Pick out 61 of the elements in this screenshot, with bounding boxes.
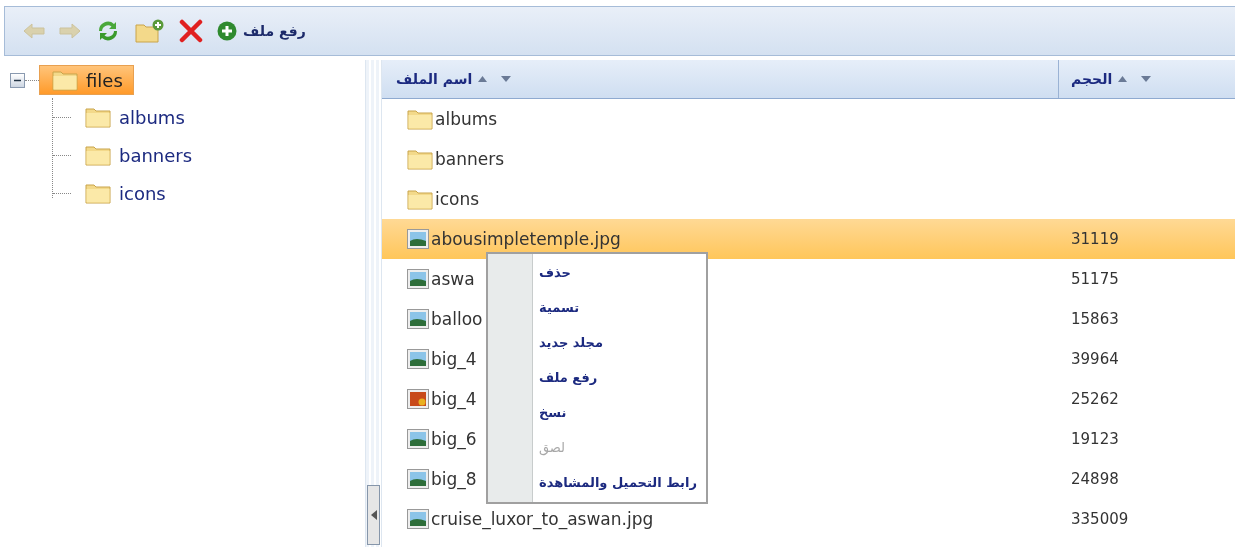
file-name: big_6 [431,429,477,449]
folder-icon [407,188,433,210]
folder-icon [407,108,433,130]
plus-circle-icon [217,21,237,41]
image-file-icon [407,509,429,529]
folder-icon [52,69,78,91]
file-name: big_4 [431,389,477,409]
upload-button[interactable]: رفع ملف [217,21,306,41]
file-size: 19123 [1071,430,1119,448]
menu-item[interactable]: رفع ملف [539,360,706,395]
file-size: 31119 [1071,230,1119,248]
delete-button[interactable] [179,19,203,43]
image-file-icon [407,229,429,249]
folder-icon [85,144,111,166]
sort-ascending-icon [478,76,488,82]
image-file-icon [407,349,429,369]
menu-item[interactable]: نسخ [539,395,706,430]
folder-icon [85,106,111,128]
column-header[interactable]: الحجم [1059,60,1235,98]
tree-item[interactable]: files [39,65,134,95]
menu-item[interactable]: رابط التحميل والمشاهدة [539,465,706,500]
file-name: icons [435,189,480,209]
tree-item[interactable]: banners [71,140,203,170]
tree-item[interactable]: icons [71,178,176,208]
file-name: albums [435,109,498,129]
file-name: banners [435,149,505,169]
file-name: big_4 [431,349,477,369]
image-file-icon [407,469,429,489]
file-size: 39964 [1071,350,1119,368]
folder-icon [85,182,111,204]
menu-item[interactable]: مجلد جديد [539,325,706,360]
dropdown-caret-icon [1141,76,1152,82]
folder-plus-icon [135,19,165,43]
dropdown-caret-icon [501,76,512,82]
menu-item[interactable]: تسمية [539,290,706,325]
image-file-icon [407,429,429,449]
splitter[interactable] [365,60,382,547]
cross-icon [179,19,203,43]
forward-arrow-icon [59,23,81,39]
file-size: 25262 [1071,390,1119,408]
image-file-icon [407,389,429,409]
sort-ascending-icon [1118,76,1128,82]
file-size: 51175 [1071,270,1119,288]
file-name: aswa [431,269,475,289]
collapse-toggle[interactable] [10,72,25,88]
collapse-handle[interactable] [367,485,380,545]
file-name: big_8 [431,469,477,489]
column-header[interactable]: اسم الملف [382,60,1059,98]
image-file-icon [407,269,429,289]
file-name: balloo [431,309,483,329]
new-folder-button[interactable] [135,19,165,43]
image-file-icon [407,309,429,329]
file-size: 335009 [1071,510,1129,528]
back-arrow-icon [23,23,45,39]
folder-icon [407,148,433,170]
tree-item[interactable]: albums [71,102,195,132]
file-name: cruise_luxor_to_aswan.jpg [431,509,654,529]
file-size: 15863 [1071,310,1119,328]
selected-row-highlight[interactable]: abousimpletemple.jpg 31119 [382,219,1235,259]
file-name: abousimpletemple.jpg [431,229,621,249]
file-size: 24898 [1071,470,1119,488]
